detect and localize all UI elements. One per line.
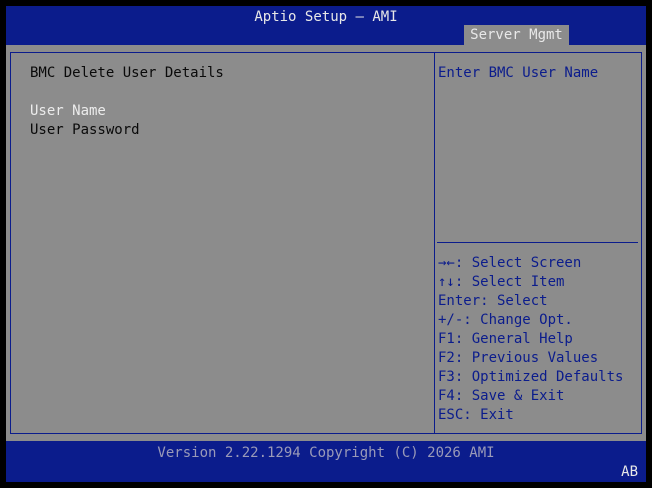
key-hint-select-screen: →←: Select Screen — [438, 255, 582, 271]
footer-bar: Version 2.22.1294 Copyright (C) 2026 AMI… — [6, 441, 646, 482]
key-hint-optimized-defaults: F3: Optimized Defaults — [438, 369, 624, 385]
menu-item-user-password[interactable]: User Password — [30, 121, 140, 140]
key-hint-change-opt: +/-: Change Opt. — [438, 312, 573, 328]
key-hint-previous-values: F2: Previous Values — [438, 350, 599, 366]
bios-screen: Aptio Setup – AMI Server Mgmt BMC Delete… — [0, 0, 652, 488]
key-hint-exit: ESC: Exit — [438, 407, 514, 423]
footer-badge: AB — [621, 464, 638, 480]
version-text: Version 2.22.1294 Copyright (C) 2026 AMI — [157, 445, 495, 461]
section-title: BMC Delete User Details — [30, 65, 224, 81]
tab-server-mgmt[interactable]: Server Mgmt — [464, 25, 569, 45]
main-panel: BMC Delete User Details User Name User P… — [6, 45, 646, 441]
help-divider — [437, 242, 638, 243]
header-bar: Aptio Setup – AMI Server Mgmt — [6, 6, 646, 45]
key-hint-select-item: ↑↓: Select Item — [438, 274, 565, 290]
key-hint-general-help: F1: General Help — [438, 331, 573, 347]
menu-item-user-name[interactable]: User Name — [30, 102, 106, 121]
key-hint-enter: Enter: Select — [438, 293, 548, 309]
key-hint-save-exit: F4: Save & Exit — [438, 388, 565, 404]
help-text: Enter BMC User Name — [438, 65, 599, 81]
